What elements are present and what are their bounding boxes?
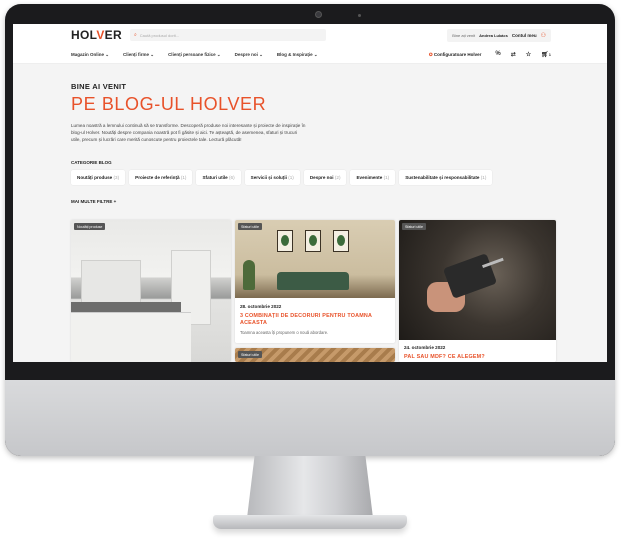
camera-icon — [315, 11, 322, 18]
cart-icon[interactable]: 🛒︎1 — [541, 51, 551, 58]
intro-text: Lumea noastră a lemnului continuă să se … — [71, 123, 306, 143]
percent-icon[interactable]: % — [495, 51, 500, 58]
card-excerpt: Toamna aceasta îți propunem o nouă abord… — [240, 330, 329, 335]
screen: HOLVER ⌕ Caută produsul dorit... Bine aț… — [13, 24, 607, 362]
page-title: PE BLOG-UL HOLVER — [71, 94, 267, 114]
monitor-chin — [5, 380, 615, 456]
card-meta: 28. octombrie 2022 3 COMBINAȚII DE DECOR… — [235, 298, 395, 341]
configurator-link[interactable]: ✪ Configuratoare Holver — [429, 52, 482, 58]
search-icon: ⌕ — [133, 32, 137, 38]
account-box[interactable]: Bine ați venit Andrea Lukács Contul meu … — [447, 28, 551, 42]
chip-servicii-solutii[interactable]: Servicii și soluții (1) — [244, 169, 300, 185]
top-header: HOLVER ⌕ Caută produsul dorit... Bine aț… — [13, 24, 607, 46]
card-title[interactable]: 3 COMBINAȚII DE DECORURI PENTRU TOAMNA A… — [240, 313, 390, 327]
blog-card-kitchen[interactable]: Noutăți produse — [71, 220, 231, 362]
card-tag: Noutăți produse — [74, 223, 106, 230]
holver-logo[interactable]: HOLVER — [71, 28, 122, 42]
blog-card-pal-mdf[interactable]: Sfaturi utile 24. octombrie 2022 PAL SAU… — [399, 220, 556, 362]
card-tag: Sfaturi utile — [238, 351, 262, 358]
card-date: 24. octombrie 2022 — [404, 345, 446, 350]
kitchen-counter — [71, 302, 181, 312]
nav-item-clienti-firme[interactable]: Clienți firme ⌄ — [123, 52, 154, 58]
living-room-image: Sfaturi utile — [235, 220, 395, 298]
chip-evenimente[interactable]: Evenimente (1) — [350, 169, 396, 185]
card-tag: Sfaturi utile — [402, 223, 426, 230]
blog-card-wood[interactable]: Sfaturi utile — [235, 348, 395, 362]
nav-item-blog[interactable]: Blog & Inspirație ⌄ — [277, 52, 318, 58]
drill-image: Sfaturi utile — [399, 220, 556, 340]
sensor-dot — [358, 14, 361, 17]
configurator-icon: ✪ — [428, 51, 433, 57]
search-input[interactable]: ⌕ Caută produsul dorit... — [129, 29, 326, 41]
hero-section: BINE AI VENIT PE BLOG-UL HOLVER Lumea no… — [13, 64, 607, 144]
chip-proiecte-referinta[interactable]: Proiecte de referință (1) — [129, 169, 193, 185]
card-meta: 24. octombrie 2022 PAL SAU MDF? CE ALEGE… — [399, 340, 556, 362]
green-sofa — [277, 272, 349, 290]
monitor-stand-base — [213, 515, 407, 529]
kitchen-base-cabinet — [71, 312, 191, 362]
chip-noutati-produse[interactable]: Noutăți produse (3) — [71, 169, 126, 185]
category-chips: Noutăți produse (3) Proiecte de referinț… — [71, 169, 607, 185]
nav-item-clienti-persoane[interactable]: Clienți persoane fizice ⌄ — [168, 52, 221, 58]
category-label: CATEGORIE BLOG — [71, 159, 112, 165]
account-greeting: Bine ați venit — [452, 32, 476, 38]
main-navigation: Magazin Online ⌄ Clienți firme ⌄ Clienți… — [13, 46, 607, 64]
drill — [442, 253, 498, 299]
more-filters-button[interactable]: MAI MULTE FILTRE + — [71, 199, 607, 204]
search-placeholder: Caută produsul dorit... — [139, 32, 180, 38]
nav-item-magazin[interactable]: Magazin Online ⌄ — [71, 52, 109, 58]
user-icon[interactable]: ⚇ — [541, 32, 546, 39]
chip-sustenabilitate[interactable]: Sustenabilitate și responsabilitate (1) — [399, 169, 493, 185]
kitchen-image — [71, 220, 231, 362]
configurator-label: Configuratoare Holver — [433, 51, 482, 57]
compare-icon[interactable]: ⇄ — [511, 51, 516, 58]
monitor-stand — [247, 456, 373, 518]
cart-count: 1 — [548, 52, 551, 57]
chip-sfaturi-utile[interactable]: Sfaturi utile (6) — [196, 169, 241, 185]
favorites-icon[interactable]: ☆ — [526, 51, 531, 58]
account-user-name: Andrea Lukács — [479, 32, 508, 38]
wall-frame-1 — [277, 230, 293, 252]
card-date: 28. octombrie 2022 — [240, 304, 282, 309]
nav-item-despre-noi[interactable]: Despre noi ⌄ — [235, 52, 263, 58]
wall-frame-3 — [333, 230, 349, 252]
card-tag: Sfaturi utile — [238, 223, 262, 230]
chip-despre-noi[interactable]: Despre noi (2) — [303, 169, 347, 185]
wall-frame-2 — [305, 230, 321, 252]
my-account-link[interactable]: Contul meu — [512, 33, 537, 38]
blog-card-decor[interactable]: Sfaturi utile 28. octombrie 2022 3 COMBI… — [235, 220, 395, 343]
nav-icons: % ⇄ ☆ 🛒︎1 — [495, 51, 551, 58]
wood-image: Sfaturi utile — [235, 348, 395, 362]
plant — [243, 260, 255, 290]
welcome-heading: BINE AI VENIT — [71, 82, 127, 91]
card-title[interactable]: PAL SAU MDF? CE ALEGEM? — [404, 354, 551, 361]
